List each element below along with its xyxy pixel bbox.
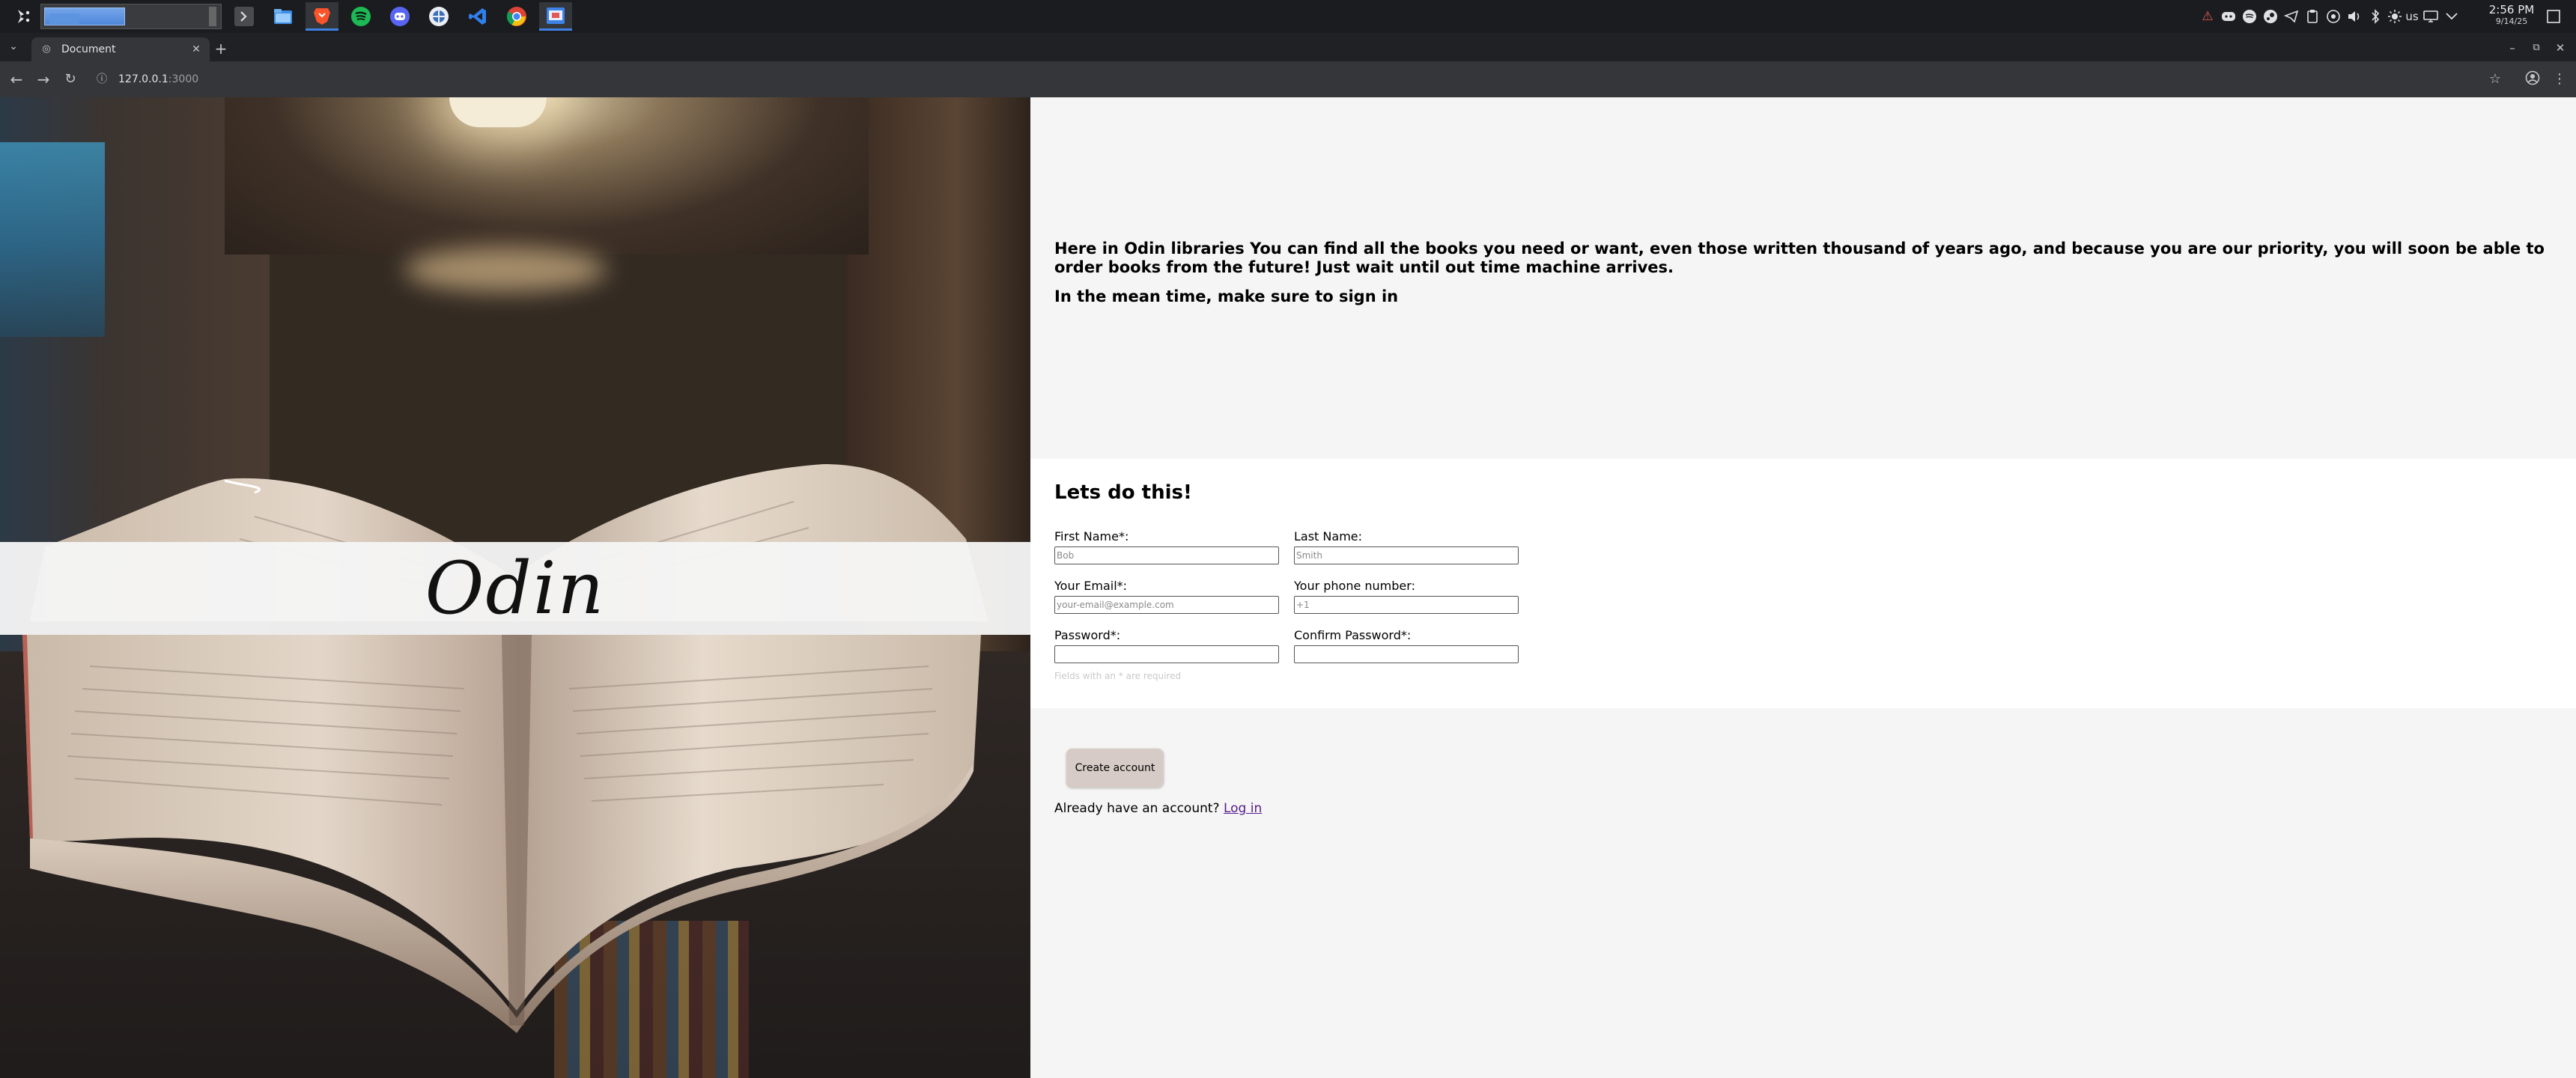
login-link[interactable]: Log in xyxy=(1224,801,1262,816)
phone-field-group: Your phone number: xyxy=(1294,579,1519,614)
kebab-menu-icon[interactable]: ⋮ xyxy=(2551,70,2569,88)
discord-icon xyxy=(390,7,410,26)
tray-discord-icon[interactable] xyxy=(2220,7,2238,25)
taskbar-app-chrome[interactable] xyxy=(500,2,533,31)
new-tab-button[interactable]: + xyxy=(211,39,231,58)
clock-date: 9/14/25 xyxy=(2495,16,2528,26)
vscode-icon xyxy=(469,8,486,25)
first-name-field-group: First Name*: xyxy=(1054,529,1279,564)
address-bar[interactable]: ⓘ 127.0.0.1:3000 xyxy=(87,67,2491,92)
tray-clipboard-icon[interactable] xyxy=(2303,7,2321,25)
back-arrow-icon[interactable]: ← xyxy=(6,69,27,90)
url-port: :3000 xyxy=(168,73,199,85)
tray-volume-icon[interactable] xyxy=(2345,7,2363,25)
pager-divider xyxy=(209,7,216,26)
browser-toolbar: ← → ↻ ⓘ 127.0.0.1:3000 ☆ ⋮ xyxy=(0,61,2576,97)
hero-image: Odin xyxy=(0,97,1030,1078)
screenshot-icon xyxy=(547,7,565,24)
intro-paragraph: Here in Odin libraries You can find all … xyxy=(1054,240,2545,276)
profile-icon[interactable] xyxy=(2524,70,2542,88)
url-host: 127.0.0.1 xyxy=(118,73,168,85)
spotify-icon xyxy=(351,7,371,26)
browser-tab-strip: ⌄ ◎ Document ✕ + – ⧉ ✕ xyxy=(0,33,2576,61)
password-label: Password*: xyxy=(1054,628,1121,642)
email-input[interactable] xyxy=(1054,596,1279,614)
email-field-group: Your Email*: xyxy=(1054,579,1279,614)
confirm-password-label: Confirm Password*: xyxy=(1294,628,1412,642)
password-field-group: Password*: xyxy=(1054,628,1279,663)
intro-section: Here in Odin libraries You can find all … xyxy=(1054,240,2552,317)
right-panel: Here in Odin libraries You can find all … xyxy=(1030,97,2576,1078)
tray-display-icon[interactable] xyxy=(2422,7,2440,25)
tray-bluetooth-icon[interactable] xyxy=(2366,7,2384,25)
close-tab-icon[interactable]: ✕ xyxy=(189,43,204,55)
form-title: Lets do this! xyxy=(1054,481,1192,504)
taskbar-app-bug[interactable] xyxy=(422,2,455,31)
taskbar-clock[interactable]: 2:56 PM 9/14/25 xyxy=(2483,4,2540,27)
address-url[interactable]: 127.0.0.1:3000 xyxy=(118,73,198,85)
signup-form: Lets do this! First Name*: Last Name: Yo… xyxy=(1030,459,2576,708)
chrome-icon xyxy=(506,7,526,26)
phone-label: Your phone number: xyxy=(1294,579,1415,593)
terminal-icon xyxy=(234,7,254,26)
title-band: Odin xyxy=(0,542,1030,635)
first-name-label: First Name*: xyxy=(1054,529,1129,543)
create-account-button[interactable]: Create account xyxy=(1066,749,1164,788)
taskbar-app-terminal[interactable] xyxy=(228,2,261,31)
taskbar-app-screenshot[interactable] xyxy=(539,2,572,31)
required-fields-note: Fields with an * are required xyxy=(1054,671,1182,681)
last-name-input[interactable] xyxy=(1294,546,1519,564)
bookmark-star-icon[interactable]: ☆ xyxy=(2486,70,2504,88)
confirm-password-field-group: Confirm Password*: xyxy=(1294,628,1519,663)
page-content: Odin Here in Odin libraries You can find… xyxy=(0,97,2576,1078)
app-launcher-icon[interactable] xyxy=(13,7,33,26)
taskbar-app-brave[interactable] xyxy=(306,2,338,31)
tray-keyboard-layout[interactable]: us xyxy=(2401,7,2423,25)
intro-sign-in-prompt: In the mean time, make sure to sign in xyxy=(1054,287,1399,305)
folder-icon xyxy=(274,9,292,24)
phone-input[interactable] xyxy=(1294,596,1519,614)
last-name-field-group: Last Name: xyxy=(1294,529,1519,564)
email-label: Your Email*: xyxy=(1054,579,1128,593)
show-desktop-icon[interactable] xyxy=(2545,7,2563,25)
login-prompt-text: Already have an account? xyxy=(1054,801,1220,816)
taskbar-app-discord[interactable] xyxy=(383,2,416,31)
site-title: Odin xyxy=(425,546,606,630)
active-desktop[interactable] xyxy=(44,7,125,25)
tray-steam-icon[interactable] xyxy=(2261,7,2279,25)
password-input[interactable] xyxy=(1054,645,1279,663)
virtual-desktop-pager[interactable] xyxy=(40,4,222,29)
globe-icon: ◎ xyxy=(42,43,51,55)
tray-telegram-icon[interactable] xyxy=(2282,7,2300,25)
restore-icon[interactable]: ⧉ xyxy=(2525,40,2548,55)
reload-icon[interactable]: ↻ xyxy=(60,69,81,90)
confirm-password-input[interactable] xyxy=(1294,645,1519,663)
last-name-label: Last Name: xyxy=(1294,529,1363,543)
first-name-input[interactable] xyxy=(1054,546,1279,564)
taskbar-app-spotify[interactable] xyxy=(344,2,377,31)
forward-arrow-icon[interactable]: → xyxy=(33,69,54,90)
browser-tab[interactable]: ◎ Document ✕ xyxy=(31,37,210,61)
minimize-icon[interactable]: – xyxy=(2501,40,2524,55)
taskbar-app-files[interactable] xyxy=(267,2,300,31)
tray-expand-icon[interactable] xyxy=(2443,7,2461,25)
tray-spotify-icon[interactable] xyxy=(2241,7,2258,25)
tab-search-icon[interactable]: ⌄ xyxy=(6,40,21,55)
clock-time: 2:56 PM xyxy=(2488,3,2535,16)
tray-media-icon[interactable] xyxy=(2324,7,2342,25)
taskbar: ⚠ us 2:56 PM 9/14/25 xyxy=(0,0,2576,33)
brave-icon xyxy=(314,7,330,25)
window-close-icon[interactable]: ✕ xyxy=(2549,40,2572,55)
site-info-icon[interactable]: ⓘ xyxy=(94,72,109,87)
tab-title: Document xyxy=(61,43,116,55)
login-prompt: Already have an account? Log in xyxy=(1054,801,1262,816)
taskbar-app-vscode[interactable] xyxy=(461,2,494,31)
bug-icon xyxy=(429,7,449,26)
tray-notification-icon[interactable]: ⚠ xyxy=(2199,7,2217,25)
